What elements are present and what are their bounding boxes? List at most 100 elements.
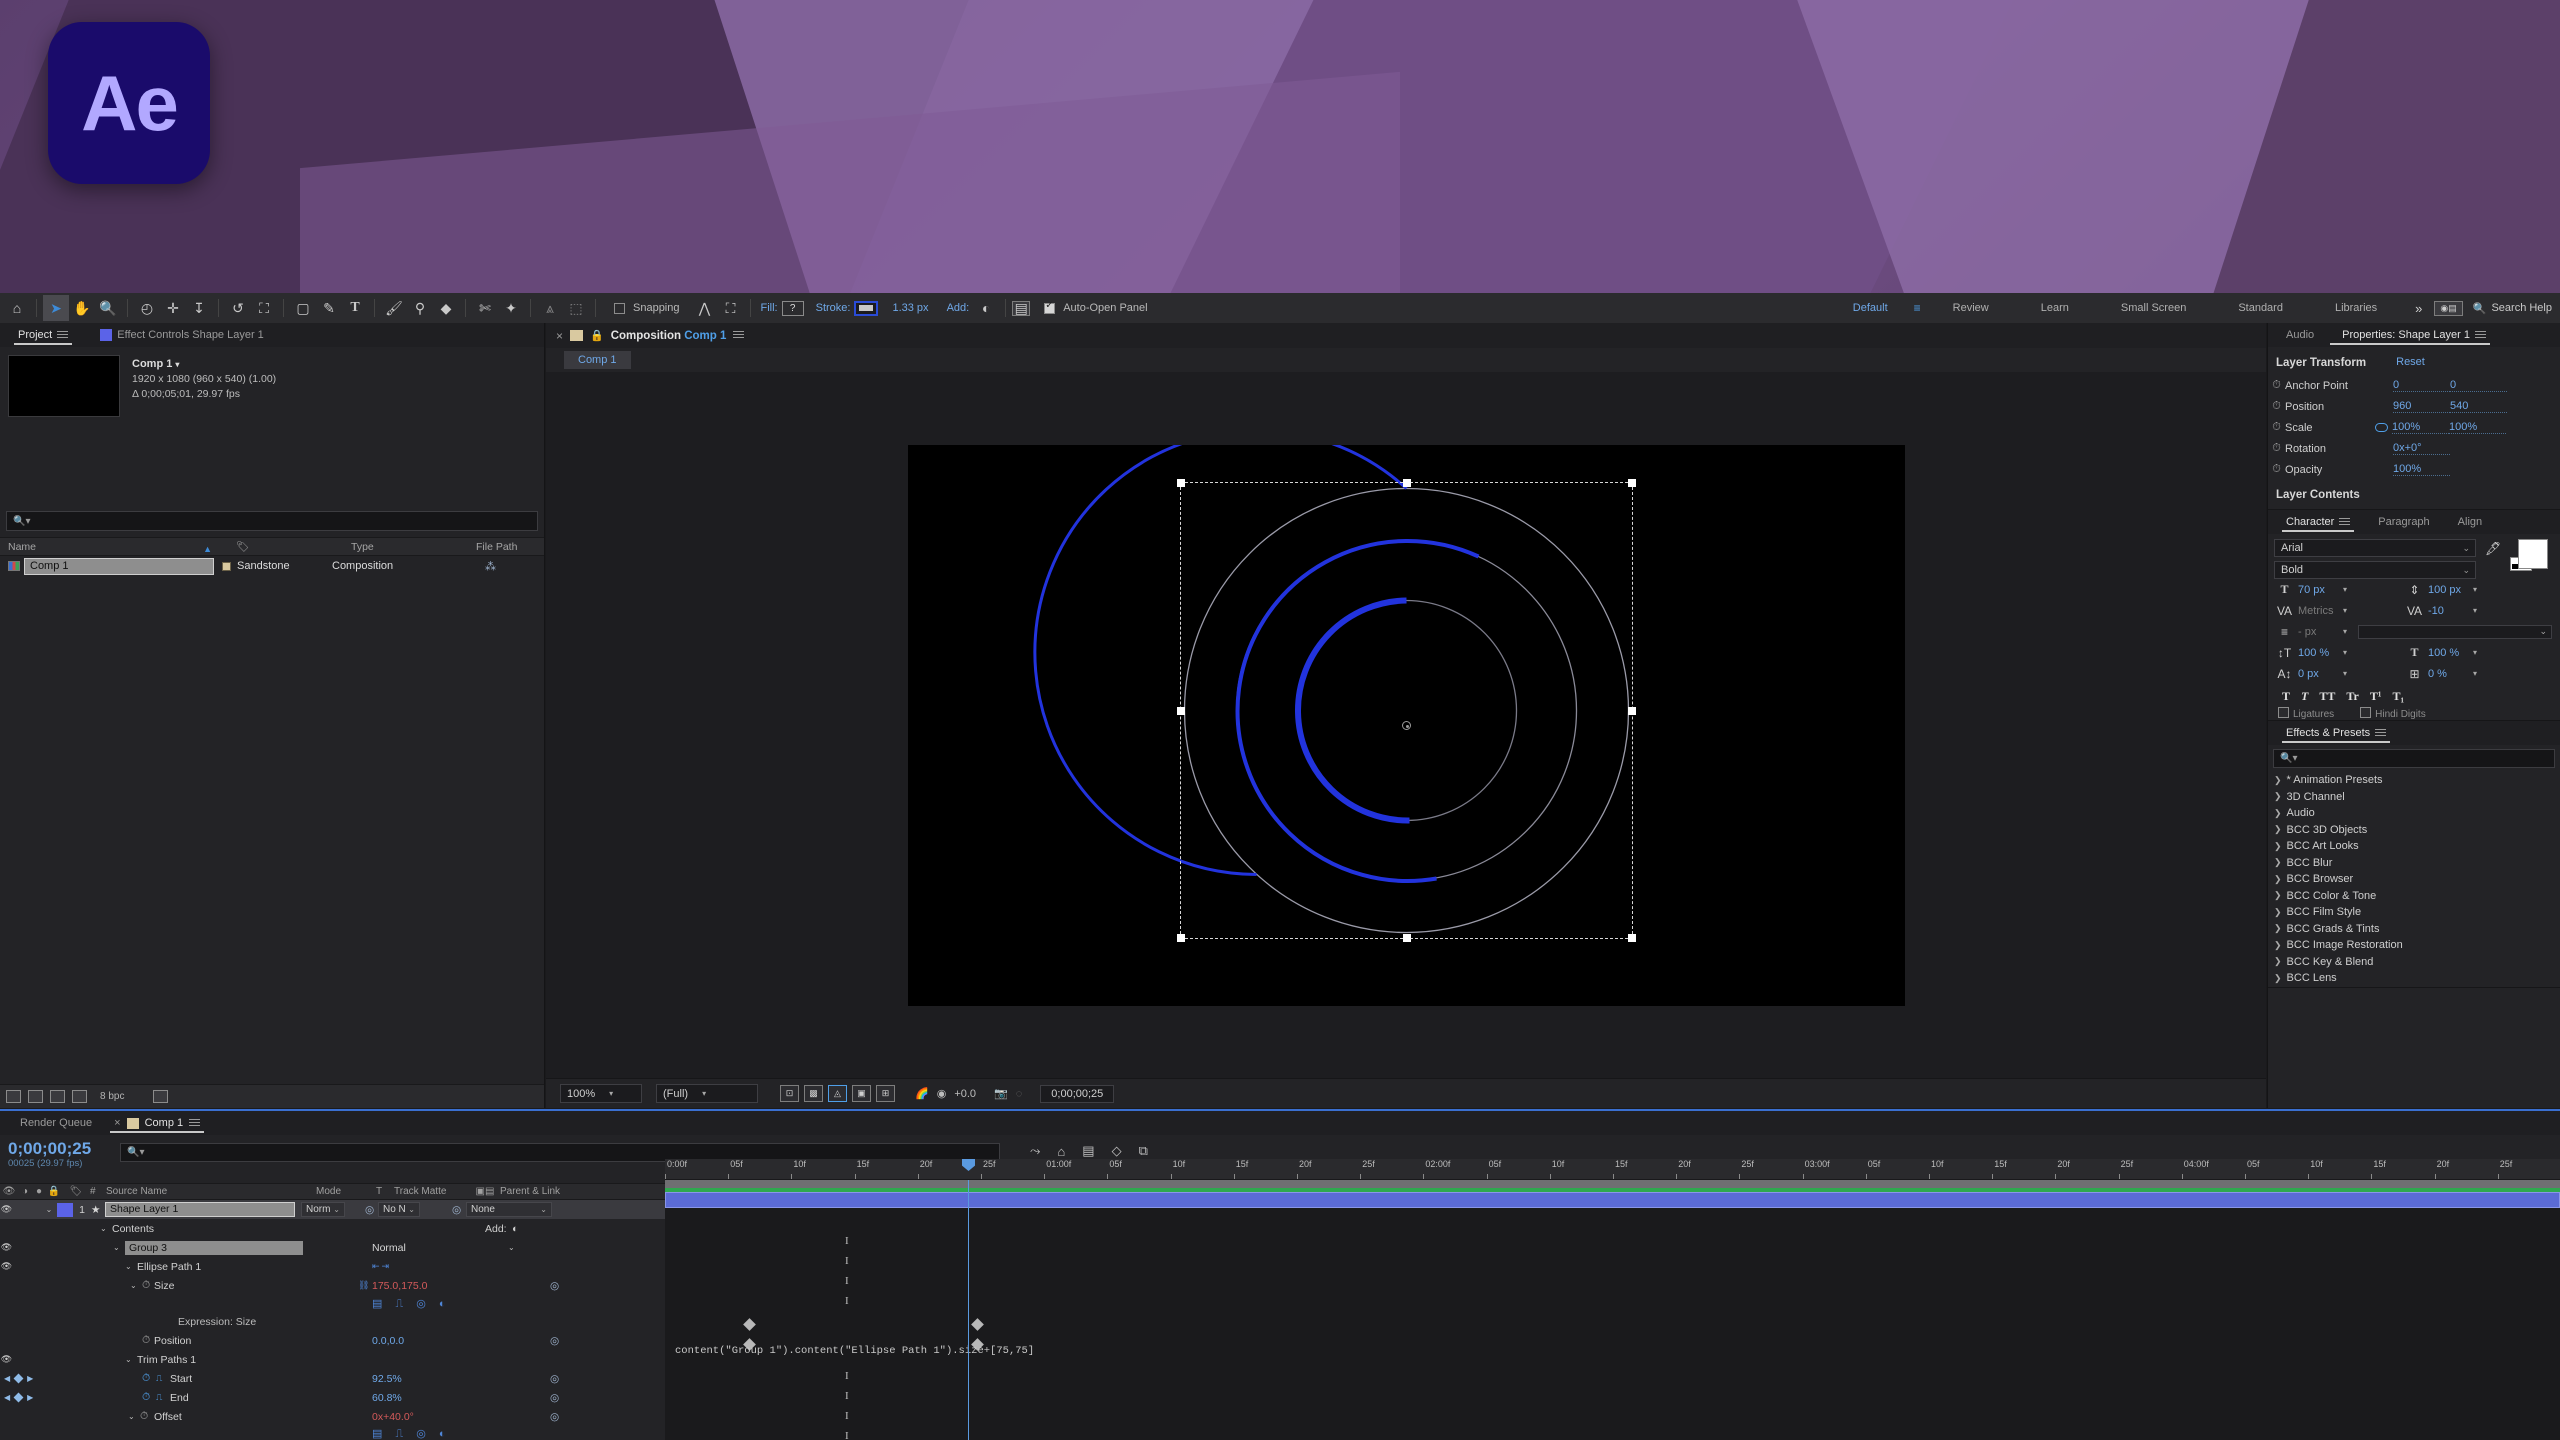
snapshot-icon[interactable]: 📷	[994, 1087, 1008, 1100]
list-item[interactable]: ❯ BCC Blur	[2268, 855, 2560, 872]
type-tool-icon[interactable]: T	[342, 295, 368, 321]
property-value[interactable]: 0x+40.0°	[372, 1411, 414, 1423]
expression-pickwhip-icon[interactable]: ◎	[550, 1335, 559, 1347]
column-file-path[interactable]: File Path	[468, 541, 538, 553]
add-shape-menu-icon[interactable]: ◐	[973, 295, 999, 321]
all-caps-button[interactable]: TT	[2319, 689, 2335, 704]
add-keyframe-icon[interactable]	[13, 1373, 24, 1384]
pixel-aspect-correction-icon[interactable]: ⊞	[876, 1085, 895, 1102]
resize-handle-bc[interactable]	[1402, 933, 1411, 942]
tab-audio[interactable]: Audio	[2276, 323, 2324, 347]
chevron-down-icon[interactable]: ▾	[2343, 669, 2347, 678]
chevron-down-icon[interactable]: ⌄	[100, 1224, 112, 1233]
orbit-tool-icon[interactable]: ◴	[134, 295, 160, 321]
label-color-swatch[interactable]	[222, 561, 231, 571]
resize-handle-mr[interactable]	[1627, 706, 1636, 715]
expression-controls-offset[interactable]: ▤ ⎍ ◎ ◐	[0, 1426, 665, 1440]
property-value-x[interactable]: 100%	[2392, 421, 2449, 434]
group-blend-mode[interactable]: Normal	[372, 1242, 406, 1254]
chevron-down-icon[interactable]: ⌄	[125, 1355, 137, 1364]
property-row-trim-paths-1[interactable]: 👁 ⌄ Trim Paths 1	[0, 1350, 665, 1369]
region-of-interest-icon[interactable]: ⊡	[780, 1085, 799, 1102]
panel-menu-icon[interactable]	[2375, 728, 2387, 738]
next-keyframe-icon[interactable]: ▶	[27, 1393, 33, 1402]
property-value[interactable]: 100%	[2393, 463, 2450, 476]
property-row-rotation[interactable]: ⏱ Rotation 0x+0°	[2268, 438, 2560, 459]
property-value[interactable]: 0.0,0.0	[372, 1335, 404, 1347]
reset-button[interactable]: Reset	[2396, 356, 2425, 368]
exposure-icon[interactable]: ◉	[937, 1087, 947, 1100]
property-value-x[interactable]: 0	[2393, 379, 2450, 392]
list-item[interactable]: ❯ BCC Browser	[2268, 871, 2560, 888]
chevron-down-icon[interactable]: ▾	[2343, 606, 2347, 615]
effects-search-input[interactable]: 🔍▾	[2273, 749, 2555, 768]
add-keyframe-icon[interactable]	[13, 1392, 24, 1403]
property-row-group-3[interactable]: 👁 ⌄ Group 3 Normal ⌄	[0, 1238, 665, 1257]
workspace-tab-standard[interactable]: Standard	[2212, 302, 2309, 314]
layer-label-swatch[interactable]	[57, 1202, 73, 1217]
next-keyframe-icon[interactable]: ▶	[27, 1374, 33, 1383]
tsume-value[interactable]: 0 %	[2428, 668, 2470, 680]
chevron-down-icon[interactable]: ▾	[2343, 648, 2347, 657]
resize-handle-br[interactable]	[1627, 933, 1636, 942]
subscript-button[interactable]: T₁	[2392, 689, 2404, 704]
workspace-tab-default[interactable]: Default	[1827, 302, 1914, 314]
expression-controls-size[interactable]: ▤ ⎍ ◎ ◐	[0, 1295, 665, 1312]
path-visibility-icon[interactable]: 👁	[0, 1261, 13, 1272]
prev-keyframe-icon[interactable]: ◀	[4, 1393, 10, 1402]
expression-toggle-icons[interactable]: ▤ ⎍ ◎ ◐	[372, 1297, 451, 1311]
move-down-tool-icon[interactable]: ↧	[186, 295, 212, 321]
project-search-input[interactable]: 🔍▾	[6, 511, 538, 531]
workspace-tab-libraries[interactable]: Libraries	[2309, 302, 2403, 314]
keyframe-marker[interactable]	[743, 1318, 756, 1331]
work-area-bar[interactable]	[665, 1180, 2560, 1188]
resize-handle-tc[interactable]	[1402, 478, 1411, 487]
group-name-field[interactable]: Group 3	[125, 1240, 303, 1255]
list-item[interactable]: ❯ BCC Film Style	[2268, 904, 2560, 921]
property-row-scale[interactable]: ⏱ Scale 100% 100%	[2268, 417, 2560, 438]
eyedropper-icon[interactable]: 🖋	[2482, 539, 2504, 579]
keyframe-navigator-start[interactable]: ◀ ▶	[0, 1373, 44, 1384]
expression-graph-icon[interactable]: ⎍	[156, 1373, 170, 1384]
channel-rgb-icon[interactable]: 🌈	[915, 1087, 929, 1100]
project-item-name-field[interactable]: Comp 1	[24, 557, 214, 575]
chevron-down-icon[interactable]: ⌄	[125, 1262, 137, 1271]
pan-behind-tool-icon[interactable]: ✛	[160, 295, 186, 321]
trim-paths-visibility-icon[interactable]: 👁	[0, 1354, 13, 1365]
horizontal-scale-row[interactable]: T 100 % ▾	[2404, 642, 2554, 663]
chevron-down-icon[interactable]: ▾	[2473, 585, 2477, 594]
expression-pickwhip-icon[interactable]: ◎	[550, 1280, 559, 1292]
selection-tool-icon[interactable]: ➤	[43, 295, 69, 321]
list-item[interactable]: ❯ Audio	[2268, 805, 2560, 822]
property-row-start[interactable]: ◀ ▶ ⏱ ⎍ Start 92.5% ◎	[0, 1369, 665, 1388]
stopwatch-icon[interactable]: ⏱	[2268, 442, 2285, 455]
ligatures-checkbox[interactable]: Ligatures	[2278, 707, 2334, 720]
stopwatch-icon[interactable]: ⏱	[2268, 400, 2285, 413]
chevron-down-icon[interactable]: ▾	[2343, 627, 2347, 636]
resize-handle-tl[interactable]	[1176, 478, 1185, 487]
bit-depth-icon[interactable]	[6, 1090, 21, 1103]
expression-text-size[interactable]: content("Group 1").content("Ellipse Path…	[675, 1345, 1034, 1357]
vertical-scale-value[interactable]: 100 %	[2298, 647, 2340, 659]
bit-depth-label[interactable]: 8 bpc	[100, 1091, 124, 1102]
selection-bounding-box[interactable]	[1176, 478, 1636, 942]
tab-align[interactable]: Align	[2440, 510, 2492, 534]
tab-character[interactable]: Character	[2276, 510, 2360, 534]
column-name[interactable]: Name ▲	[0, 541, 228, 554]
stroke-width-value[interactable]: - px	[2298, 626, 2340, 638]
composition-mini-flowchart-icon[interactable]: ⤳	[1030, 1143, 1040, 1159]
parent-pickwhip-icon[interactable]: ◎	[452, 1204, 466, 1216]
column-type[interactable]: Type	[343, 541, 468, 553]
home-icon[interactable]: ⌂	[4, 295, 30, 321]
snapping-toggle[interactable]: Snapping	[614, 302, 684, 314]
interpret-footage-icon[interactable]	[28, 1090, 43, 1103]
tab-paragraph[interactable]: Paragraph	[2360, 510, 2439, 534]
layer-row-shape-layer-1[interactable]: 👁 ⌄ 1 ★ Shape Layer 1 Norm ⌄ ◎ No N ⌄ ◎ No…	[0, 1200, 665, 1219]
mask-interpolation-icon[interactable]: ⩓	[537, 295, 563, 321]
property-value[interactable]: 0x+0°	[2393, 442, 2450, 455]
account-badge-icon[interactable]: ◉▤	[2434, 300, 2463, 316]
snap-bbox-icon[interactable]: ⛶	[718, 295, 744, 321]
transparency-grid-icon[interactable]: ▩	[804, 1085, 823, 1102]
list-item[interactable]: ❯ BCC Art Looks	[2268, 838, 2560, 855]
list-item[interactable]: ❯ BCC 3D Objects	[2268, 822, 2560, 839]
